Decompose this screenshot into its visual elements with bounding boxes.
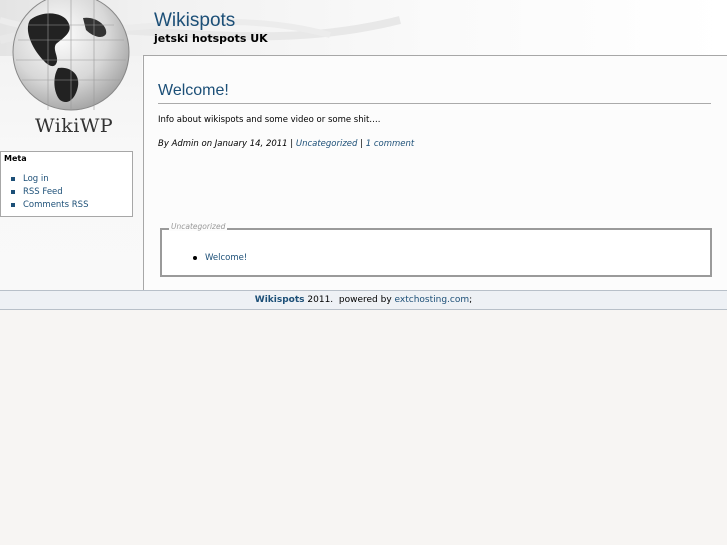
post-title[interactable]: Welcome! xyxy=(158,82,229,100)
post-meta: By Admin on January 14, 2011 | Uncategor… xyxy=(158,139,414,149)
login-link[interactable]: Log in xyxy=(23,174,49,184)
bullet-square-icon xyxy=(11,177,15,182)
category-list-item[interactable]: Welcome! xyxy=(193,253,247,263)
post-author-date: By Admin on January 14, 2011 | xyxy=(158,139,296,149)
rss-feed-link[interactable]: RSS Feed xyxy=(23,187,63,197)
bullet-square-icon xyxy=(11,190,15,195)
site-title[interactable]: Wikispots xyxy=(154,10,235,32)
title-divider xyxy=(158,103,711,104)
meta-link-list: Log in RSS Feed Comments RSS xyxy=(11,173,88,211)
footer-host-link[interactable]: extchosting.com xyxy=(395,295,470,305)
footer: Wikispots 2011. powered by extchosting.c… xyxy=(0,290,727,310)
meta-item-rss[interactable]: RSS Feed xyxy=(11,186,88,199)
bullet-square-icon xyxy=(11,202,15,207)
category-post-link[interactable]: Welcome! xyxy=(205,253,247,263)
meta-item-login[interactable]: Log in xyxy=(11,173,88,186)
logo-text: WikiWP xyxy=(35,115,114,137)
category-legend: Uncategorized xyxy=(169,222,228,231)
footer-text: 2011. powered by xyxy=(304,295,395,305)
post-comments-link[interactable]: 1 comment xyxy=(366,139,415,149)
meta-widget: Meta Log in RSS Feed Comments RSS xyxy=(0,151,133,217)
footer-suffix: ; xyxy=(469,295,473,305)
bullet-dot-icon xyxy=(193,256,197,260)
post-body: Info about wikispots and some video or s… xyxy=(158,115,381,125)
site-subtitle: jetski hotspots UK xyxy=(154,32,268,45)
meta-widget-title: Meta xyxy=(4,154,27,163)
meta-item-comments-rss[interactable]: Comments RSS xyxy=(11,198,88,211)
post-meta-separator: | xyxy=(357,139,366,149)
post-category-link[interactable]: Uncategorized xyxy=(296,139,358,149)
footer-site-name: Wikispots xyxy=(254,295,305,305)
comments-rss-link[interactable]: Comments RSS xyxy=(23,200,88,210)
